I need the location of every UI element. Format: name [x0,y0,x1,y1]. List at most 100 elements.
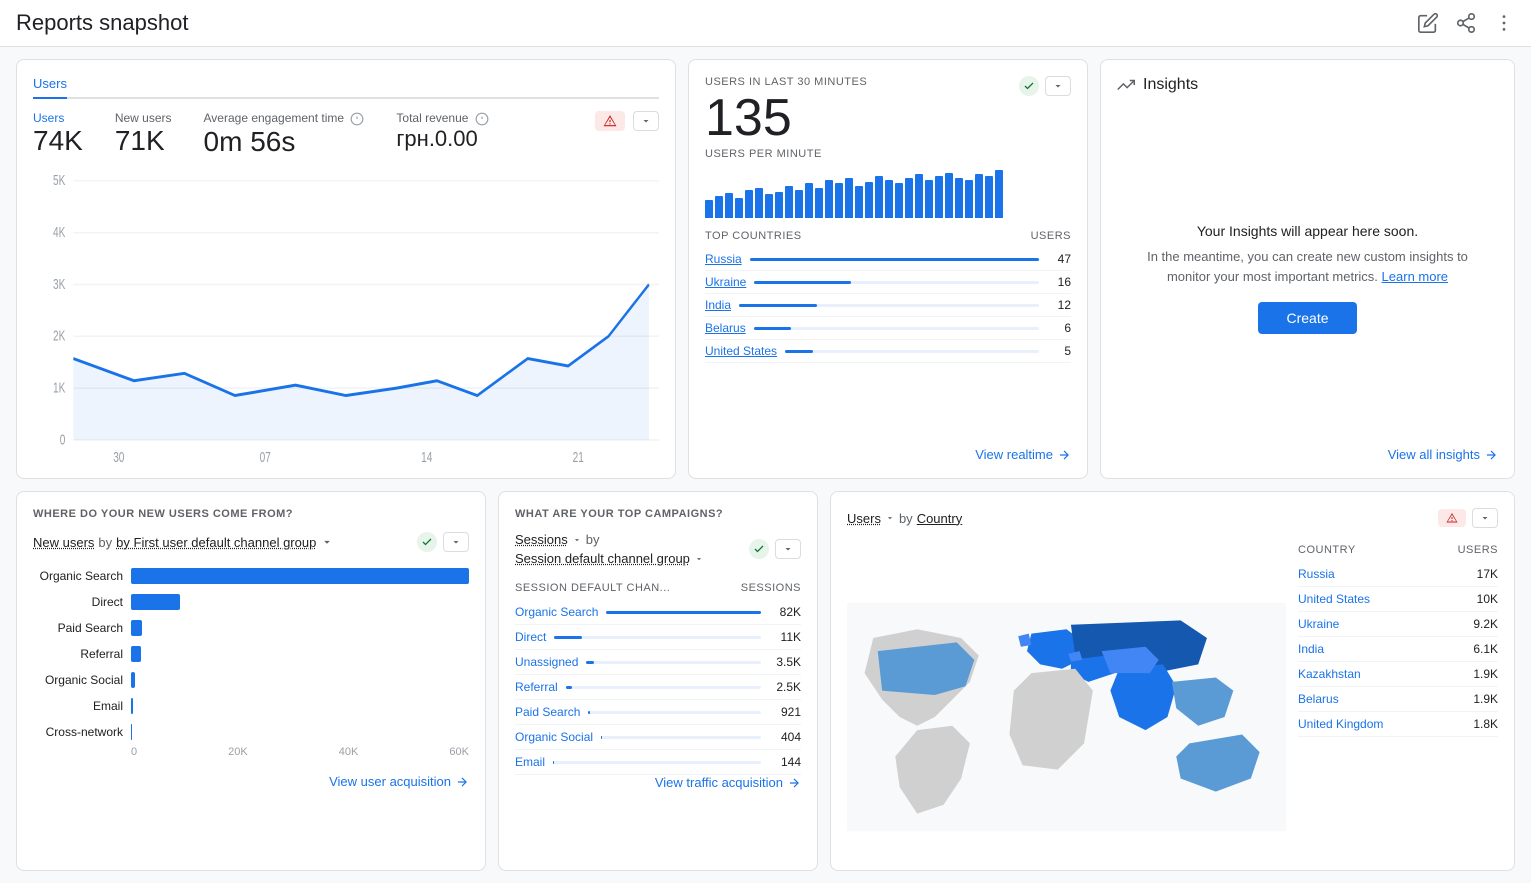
line-chart: 5K 4K 3K 2K 1K 0 30 Apr 07 May 14 2 [33,166,659,462]
acq-dropdown[interactable] [443,532,469,552]
svg-text:0: 0 [60,431,66,447]
view-acquisition-link[interactable]: View user acquisition [33,774,469,789]
session-name[interactable]: Email [515,755,545,769]
hbar-fill [131,646,141,662]
realtime-header: USERS IN LAST 30 MINUTES 135 [705,76,1071,148]
mini-bar [725,193,733,218]
row2: WHERE DO YOUR NEW USERS COME FROM? New u… [16,491,1515,871]
session-bar [566,686,572,689]
geo-table-header: COUNTRY USERS [1298,544,1498,556]
users-tab[interactable]: Users [33,76,67,99]
country-name[interactable]: India [705,298,731,312]
session-bar-wrap [554,636,761,639]
country-bar [785,350,813,353]
session-bar-wrap [601,736,761,739]
acquisition-card: WHERE DO YOUR NEW USERS COME FROM? New u… [16,491,486,871]
country-bar-wrap [785,350,1039,353]
channel-dropdown-icon[interactable] [694,554,704,564]
geo-name[interactable]: Ukraine [1298,617,1339,631]
session-name[interactable]: Organic Social [515,730,593,744]
realtime-controls [1019,76,1071,96]
geo-name[interactable]: Russia [1298,567,1335,581]
session-bar-wrap [553,761,761,764]
insights-trend-icon [1117,76,1135,94]
mini-bar [965,180,973,218]
hbar-label: Direct [33,595,123,609]
edit-icon[interactable] [1417,12,1439,34]
country-row: United States 5 [705,340,1071,363]
country-name[interactable]: Russia [705,252,742,266]
main-metrics-card: Users Users 74K New users 71K Average en… [16,59,676,479]
camp-dropdown[interactable] [775,539,801,559]
hbar-fill [131,698,133,714]
geo-row: United Kingdom 1.8K [1298,712,1498,737]
session-name[interactable]: Referral [515,680,558,694]
share-icon[interactable] [1455,12,1477,34]
page-title: Reports snapshot [16,10,188,36]
realtime-title: USERS IN LAST 30 MINUTES [705,76,867,88]
hbar-row: Referral [33,646,469,662]
acquisition-filter-row: New users by by First user default chann… [33,532,469,552]
sessions-dropdown-icon[interactable] [572,535,582,545]
view-realtime-link[interactable]: View realtime [705,447,1071,462]
country-value: 5 [1047,344,1071,358]
view-campaigns-link[interactable]: View traffic acquisition [515,775,801,790]
hbar-row: Organic Search [33,568,469,584]
mini-bar [955,178,963,218]
geo-name[interactable]: Belarus [1298,692,1339,706]
geo-list: Russia 17K United States 10K Ukraine 9.2… [1298,562,1498,737]
geo-name[interactable]: India [1298,642,1324,656]
country-name[interactable]: United States [705,344,777,358]
create-button[interactable]: Create [1258,302,1356,334]
geo-name[interactable]: United States [1298,592,1370,606]
session-name[interactable]: Organic Search [515,605,598,619]
mini-bar [975,174,983,218]
more-icon[interactable] [1493,12,1515,34]
svg-text:5K: 5K [53,172,66,188]
sessions-table: SESSION DEFAULT CHAN... SESSIONS Organic… [515,582,801,775]
mini-bar [805,183,813,218]
geo-dropdown[interactable] [1472,508,1498,528]
mini-bar [935,176,943,218]
geo-name[interactable]: Kazakhstan [1298,667,1361,681]
mini-bar [765,194,773,218]
svg-text:3K: 3K [53,276,66,292]
filter-dropdown-icon[interactable] [320,535,334,549]
country-name[interactable]: Belarus [705,321,746,335]
geo-table-container: COUNTRY USERS Russia 17K United States 1… [1298,544,1498,871]
countries-header: TOP COUNTRIES USERS [705,230,1071,242]
country-value: 6 [1047,321,1071,335]
country-row: Belarus 6 [705,317,1071,340]
session-name[interactable]: Paid Search [515,705,580,719]
hbar-label: Referral [33,647,123,661]
session-name[interactable]: Direct [515,630,546,644]
geo-users-dropdown-icon[interactable] [885,513,895,523]
revenue-dropdown[interactable] [633,111,659,131]
session-value: 144 [769,755,801,769]
geo-value: 9.2K [1473,617,1498,631]
session-bar [586,661,593,664]
hbar-fill [131,594,180,610]
engagement-label: Average engagement time [204,111,365,126]
dashboard: Users Users 74K New users 71K Average en… [0,47,1531,883]
world-map [847,544,1286,871]
revenue-metric: Total revenue грн.0.00 [396,111,488,152]
mini-bar [755,188,763,218]
geo-row: Ukraine 9.2K [1298,612,1498,637]
hbar-row: Organic Social [33,672,469,688]
view-all-insights-link[interactable]: View all insights [1117,447,1498,462]
session-name[interactable]: Unassigned [515,655,578,669]
realtime-dropdown[interactable] [1045,76,1071,96]
new-users-value: 71K [115,125,172,157]
learn-more-link[interactable]: Learn more [1382,269,1448,284]
mini-bar [865,182,873,218]
mini-bar [875,176,883,218]
country-name[interactable]: Ukraine [705,275,746,289]
geo-name[interactable]: United Kingdom [1298,717,1383,731]
insights-text: In the meantime, you can create new cust… [1137,247,1478,286]
mini-bar [795,190,803,218]
geo-row: Russia 17K [1298,562,1498,587]
geo-value: 6.1K [1473,642,1498,656]
mini-bar [835,183,843,218]
session-bar [606,611,761,614]
